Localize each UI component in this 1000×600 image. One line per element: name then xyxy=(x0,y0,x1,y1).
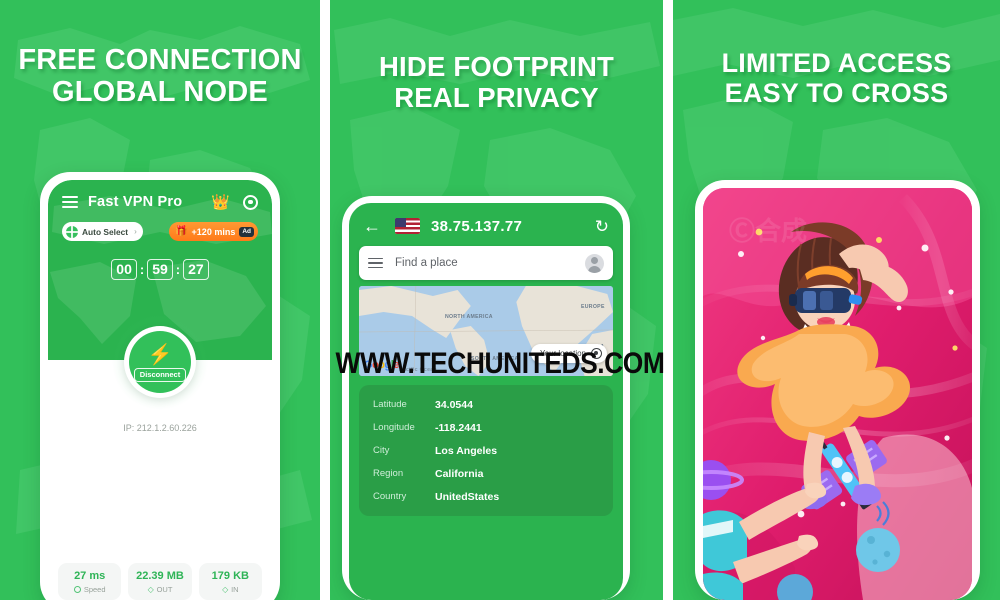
stat-label-wrap: Speed xyxy=(60,585,119,594)
hamburger-icon[interactable] xyxy=(62,196,78,208)
session-timer: 00 : 59 : 27 xyxy=(48,259,272,280)
ip-address-value: 38.75.137.77 xyxy=(431,217,523,235)
map-label-north-america: NORTH AMERICA xyxy=(445,314,493,320)
phone-mockup-1: Fast VPN Pro 👑 Auto Select › 🎁 +120 mins… xyxy=(40,172,280,600)
table-row: Longitude -118.2441 xyxy=(359,416,613,439)
stat-card-in: 179 KB ◇ IN xyxy=(198,563,262,600)
chevron-right-icon: › xyxy=(134,227,137,236)
reward-ad-button[interactable]: 🎁 +120 mins Ad xyxy=(169,222,258,241)
phone-mockup-2: ← 38.75.137.77 ↻ Find a place NORTH AMER… xyxy=(342,196,630,600)
stat-card-speed: 27 ms Speed xyxy=(58,563,122,600)
reward-minutes-label: +120 mins xyxy=(191,226,236,237)
headline-line-1: FREE CONNECTION xyxy=(18,44,302,76)
panel-divider-2 xyxy=(663,0,673,600)
svg-text:合成: 合成 xyxy=(755,216,807,247)
stat-value: 22.39 MB xyxy=(136,570,184,582)
info-value: Los Angeles xyxy=(435,444,498,457)
timer-minutes: 59 xyxy=(147,259,173,280)
back-arrow-icon[interactable]: ← xyxy=(363,217,381,235)
phone-mockup-3: Ⓒ 合成 xyxy=(695,180,980,600)
location-pin-icon[interactable] xyxy=(243,194,258,210)
table-row: Region California xyxy=(359,462,613,485)
headline-line-1: HIDE FOOTPRINT xyxy=(378,51,615,82)
space-illustration: Ⓒ 合成 xyxy=(703,188,972,600)
stat-label-wrap: ◇ IN xyxy=(201,585,260,594)
upload-diamond-icon: ◇ xyxy=(147,584,154,594)
ip-header-bar: ← 38.75.137.77 ↻ xyxy=(349,203,623,235)
hamburger-icon[interactable] xyxy=(368,257,383,269)
timer-hours: 00 xyxy=(111,259,137,280)
info-value: -118.2441 xyxy=(435,421,482,434)
info-value: California xyxy=(435,467,484,480)
speedometer-icon xyxy=(73,586,81,593)
app-top-bar: Fast VPN Pro 👑 xyxy=(48,180,272,210)
phone-2-screen: ← 38.75.137.77 ↻ Find a place NORTH AMER… xyxy=(349,203,623,600)
info-value: 34.0544 xyxy=(435,398,473,411)
stat-value: 179 KB xyxy=(211,570,249,582)
site-watermark: WWW.TECHUNITEDS.COM xyxy=(335,347,665,380)
search-input[interactable]: Find a place xyxy=(395,257,458,269)
gift-icon: 🎁 xyxy=(175,225,188,237)
flag-canton xyxy=(395,218,406,227)
stat-label: OUT xyxy=(156,585,173,594)
crown-icon[interactable]: 👑 xyxy=(211,195,230,210)
globe-icon xyxy=(66,225,78,238)
table-row: Country UnitedStates xyxy=(359,485,613,508)
headline-line-2: REAL PRIVACY xyxy=(394,81,599,113)
top-bar-icons: 👑 xyxy=(211,194,258,210)
refresh-icon[interactable]: ↻ xyxy=(595,218,609,235)
headline-line-1: LIMITED ACCESS xyxy=(721,48,952,78)
vpn-app-body: ⚡ Disconnect IP: 212.1.2.60.226 27 ms Sp… xyxy=(48,312,272,600)
info-key: Country xyxy=(373,491,407,502)
headline-line-2: EASY TO CROSS xyxy=(724,78,949,109)
geo-info-card: Latitude 34.0544 Longitude -118.2441 Cit… xyxy=(359,385,613,516)
us-flag-icon xyxy=(395,218,420,234)
timer-separator-1: : xyxy=(139,262,145,277)
ip-address-line: IP: 212.1.2.60.226 xyxy=(123,423,197,433)
stat-label: Speed xyxy=(83,585,106,594)
headline-line-2: GLOBAL NODE xyxy=(52,76,268,109)
promo-panel-3: LIMITED ACCESS EASY TO CROSS Ⓒ 合成 xyxy=(673,0,1000,600)
app-title: Fast VPN Pro xyxy=(88,194,183,210)
info-key: Region xyxy=(373,468,404,479)
table-row: Latitude 34.0544 xyxy=(359,393,613,416)
svg-text:Ⓒ: Ⓒ xyxy=(729,216,755,247)
table-row: City Los Angeles xyxy=(359,439,613,462)
ad-badge: Ad xyxy=(239,226,254,237)
stat-label: IN xyxy=(231,585,239,594)
panel-2-headline: HIDE FOOTPRINT REAL PRIVACY xyxy=(330,51,663,114)
promo-panel-2: HIDE FOOTPRINT REAL PRIVACY ← 38.75.137.… xyxy=(330,0,663,600)
account-avatar-icon[interactable] xyxy=(585,253,604,273)
screenshot-stage: FREE CONNECTION GLOBAL NODE Fast VPN Pro… xyxy=(0,0,1000,600)
server-select-button[interactable]: Auto Select › xyxy=(62,222,143,241)
stat-label-wrap: ◇ OUT xyxy=(130,585,189,594)
app-actions-row: Auto Select › 🎁 +120 mins Ad xyxy=(48,210,272,241)
promo-panel-1: FREE CONNECTION GLOBAL NODE Fast VPN Pro… xyxy=(0,0,320,600)
info-key: City xyxy=(373,445,390,456)
stat-card-out: 22.39 MB ◇ OUT xyxy=(128,563,192,600)
info-value: UnitedStates xyxy=(435,490,500,503)
map-label-europe: EUROPE xyxy=(581,304,605,310)
info-key: Latitude xyxy=(373,399,407,410)
info-key: Longitude xyxy=(373,422,415,433)
map-search-bar[interactable]: Find a place xyxy=(359,246,613,280)
timer-separator-2: : xyxy=(175,262,181,277)
server-select-label: Auto Select xyxy=(82,226,129,237)
panel-1-headline: FREE CONNECTION GLOBAL NODE xyxy=(0,44,320,109)
timer-seconds: 27 xyxy=(183,259,209,280)
phone-3-screen: Ⓒ 合成 xyxy=(703,188,972,600)
download-diamond-icon: ◇ xyxy=(222,584,229,594)
stat-value: 27 ms xyxy=(74,570,106,582)
panel-3-headline: LIMITED ACCESS EASY TO CROSS xyxy=(673,48,1000,108)
phone-1-screen: Fast VPN Pro 👑 Auto Select › 🎁 +120 mins… xyxy=(48,180,272,600)
connection-stats-row: 27 ms Speed 22.39 MB ◇ OUT 179 KB ◇ IN xyxy=(58,563,262,600)
panel-divider-1 xyxy=(320,0,330,600)
